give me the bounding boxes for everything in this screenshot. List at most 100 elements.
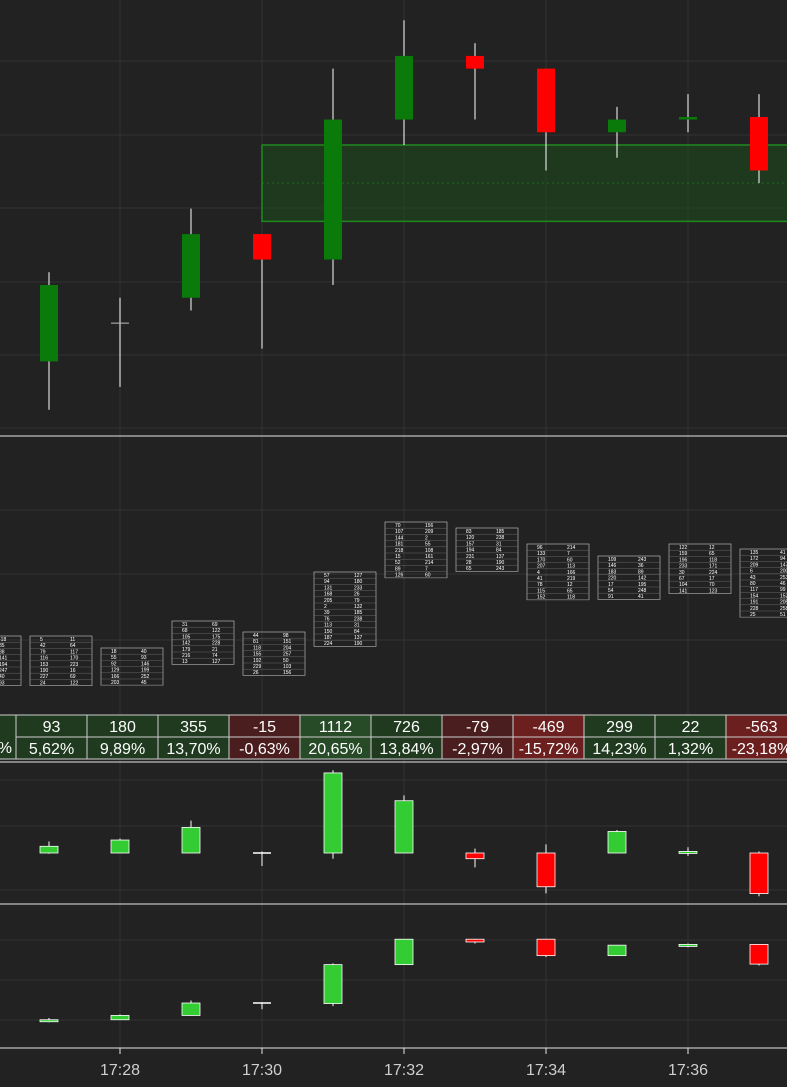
footprint-bid: 43 bbox=[750, 575, 756, 581]
footprint-bid: 109 bbox=[608, 557, 617, 563]
cum-candle-up bbox=[181, 1002, 201, 1016]
delta-candle-up bbox=[394, 800, 414, 854]
footprint-bid: 141 bbox=[679, 588, 688, 594]
footprint-ask: 137 bbox=[354, 635, 363, 641]
footprint-ask: 152 bbox=[780, 593, 787, 599]
footprint-ask: 205 bbox=[780, 600, 787, 606]
footprint-ask: 258 bbox=[780, 606, 787, 612]
footprint-bid: 57 bbox=[324, 573, 330, 579]
footprint-ask: 16 bbox=[70, 668, 76, 674]
footprint-ask: 219 bbox=[567, 576, 576, 582]
footprint-ask: 12 bbox=[567, 582, 573, 588]
delta-value: -563 bbox=[745, 719, 777, 736]
footprint-ask: 93 bbox=[141, 655, 147, 661]
footprint-ask: 146 bbox=[141, 661, 150, 667]
price-candle-up bbox=[608, 119, 626, 133]
footprint-bid: 203 bbox=[111, 680, 120, 686]
delta-percent: 5,62% bbox=[29, 741, 74, 758]
footprint-ask: 204 bbox=[283, 645, 292, 651]
footprint-bid: 166 bbox=[111, 674, 120, 680]
footprint-bid: 207 bbox=[537, 564, 546, 570]
footprint-ask: 228 bbox=[212, 641, 221, 647]
footprint-bid: 181 bbox=[395, 542, 404, 548]
footprint-ask: 84 bbox=[496, 548, 502, 554]
footprint-bid: 55 bbox=[111, 655, 117, 661]
footprint-bid: 122 bbox=[679, 545, 688, 551]
footprint-ask: 161 bbox=[425, 554, 434, 560]
footprint-ask: 175 bbox=[212, 634, 221, 640]
footprint-cluster: 18 40 55 93 92 146 129 199 166 252 203 45 bbox=[100, 647, 164, 686]
delta-percent: 1,32% bbox=[668, 741, 713, 758]
footprint-cluster: 135 41 172 94 209 147 6 200 43 253 80 46 117 99 154 152… bbox=[739, 548, 787, 618]
delta-candle-down bbox=[536, 852, 556, 888]
price-candle-up bbox=[182, 234, 200, 298]
footprint-bid: 191 bbox=[750, 600, 759, 606]
footprint-bid: 79 bbox=[40, 649, 46, 655]
footprint-bid: 229 bbox=[253, 664, 262, 670]
footprint-bid: 126 bbox=[395, 573, 404, 579]
footprint-ask: 35 bbox=[0, 643, 5, 649]
footprint-bid: 179 bbox=[182, 647, 191, 653]
footprint-cluster: 109 243 146 36 183 89 220 142 17 195 54 248 91 41 bbox=[597, 555, 661, 600]
footprint-clusters: -8-1829356688103141140194177247214401193… bbox=[0, 521, 787, 686]
footprint-ask: 199 bbox=[141, 668, 150, 674]
footprint-bid: 209 bbox=[750, 562, 759, 568]
footprint-ask: 79 bbox=[354, 598, 360, 604]
footprint-bid: 187 bbox=[324, 635, 333, 641]
cum-candle-up bbox=[394, 938, 414, 966]
footprint-cluster: -8-1829356688103141140194177247214401193 bbox=[0, 635, 22, 686]
footprint-ask: 103 bbox=[283, 664, 292, 670]
footprint-ask: 69 bbox=[212, 622, 218, 628]
footprint-cluster: 31 69 68 122 105 175 142 228 179 21 216 74 13 127 bbox=[171, 620, 235, 665]
footprint-bid: 115 bbox=[537, 588, 545, 594]
footprint-bid: 192 bbox=[253, 658, 262, 664]
footprint-bid: 24 bbox=[40, 680, 46, 686]
footprint-ask: 142 bbox=[638, 576, 647, 582]
footprint-bid: 142 bbox=[182, 641, 191, 647]
cum-candle-up bbox=[678, 943, 698, 947]
footprint-ask: 65 bbox=[709, 551, 715, 557]
footprint-ask: 190 bbox=[496, 560, 505, 566]
footprint-bid: 172 bbox=[750, 556, 759, 562]
footprint-bid: 80 bbox=[750, 581, 756, 587]
footprint-bid: 4 bbox=[537, 570, 540, 576]
footprint-ask: 94 bbox=[780, 556, 786, 562]
footprint-bid: 39 bbox=[324, 610, 330, 616]
footprint-ask: 147 bbox=[780, 562, 787, 568]
footprint-bid: 116 bbox=[40, 656, 48, 662]
cum-candle-down bbox=[536, 938, 556, 957]
footprint-bid: 113 bbox=[324, 623, 332, 629]
delta-percent: 13,84% bbox=[379, 741, 433, 758]
footprint-bid: 155 bbox=[253, 652, 262, 658]
footprint-ask: 93 bbox=[0, 680, 5, 686]
chart-canvas: -8-1829356688103141140194177247214401193… bbox=[0, 0, 787, 1079]
footprint-bid: 190 bbox=[40, 668, 49, 674]
delta-candle-down bbox=[749, 852, 769, 894]
footprint-bid: 157 bbox=[466, 541, 475, 547]
footprint-ask: 88 bbox=[0, 649, 5, 655]
footprint-ask: 60 bbox=[425, 573, 431, 579]
delta-value: 726 bbox=[393, 719, 420, 736]
delta-value: 93 bbox=[43, 719, 61, 736]
footprint-bid: 120 bbox=[466, 535, 475, 541]
footprint-bid: 17 bbox=[608, 582, 614, 588]
footprint-ask: 45 bbox=[141, 680, 147, 686]
footprint-bid: 159 bbox=[679, 551, 688, 557]
footprint-ask: 185 bbox=[354, 610, 363, 616]
footprint-ask: 200 bbox=[780, 569, 787, 575]
footprint-ask: 122 bbox=[212, 628, 221, 634]
delta-value: -15 bbox=[253, 719, 276, 736]
price-candle-up bbox=[40, 285, 58, 362]
footprint-bid: 135 bbox=[750, 550, 759, 556]
footprint-ask: 190 bbox=[354, 641, 363, 647]
footprint-bid: 131 bbox=[324, 585, 333, 591]
footprint-bid: 65 bbox=[466, 566, 472, 572]
footprint-ask: 21 bbox=[212, 647, 218, 653]
footprint-ask: 243 bbox=[638, 557, 647, 563]
footprint-bid: 118 bbox=[253, 645, 261, 651]
footprint-ask: 41 bbox=[780, 550, 786, 556]
footprint-ask: -18 bbox=[0, 637, 6, 643]
footprint-bid: 83 bbox=[466, 529, 472, 535]
price-candle-up bbox=[679, 117, 697, 120]
delta-candle-down bbox=[465, 852, 485, 860]
